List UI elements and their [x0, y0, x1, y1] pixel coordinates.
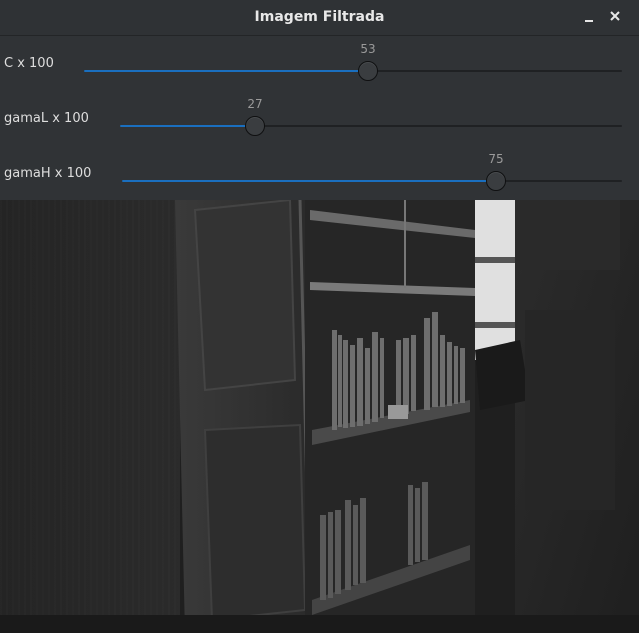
window-title: Imagem Filtrada: [254, 9, 385, 25]
trackbar-label: gamaH x 100: [4, 166, 92, 181]
minimize-button[interactable]: [579, 6, 601, 28]
close-icon: [610, 11, 620, 21]
trackbar-fill: [84, 70, 368, 72]
trackbar-track[interactable]: [122, 171, 622, 191]
trackbar-value: 53: [360, 42, 376, 56]
trackbar-handle[interactable]: [358, 61, 378, 81]
trackbar-track[interactable]: [120, 116, 622, 136]
trackbar-label: gamaL x 100: [4, 111, 89, 126]
close-button[interactable]: [606, 6, 628, 28]
library-bookshelf-image: [0, 200, 639, 633]
trackbar-value: 75: [488, 152, 504, 166]
trackbar-gamal: gamaL x 100 27: [0, 91, 639, 146]
filtered-image: [0, 200, 639, 633]
title-bar: Imagem Filtrada: [0, 0, 639, 36]
minimize-icon: [585, 20, 593, 22]
trackbar-track[interactable]: [84, 61, 622, 81]
trackbar-handle[interactable]: [486, 171, 506, 191]
trackbar-fill: [122, 180, 496, 182]
trackbar-label: C x 100: [4, 56, 54, 71]
trackbar-c: C x 100 53: [0, 36, 639, 91]
trackbar-gamah: gamaH x 100 75: [0, 146, 639, 201]
trackbar-value: 27: [247, 97, 263, 111]
trackbar-handle[interactable]: [245, 116, 265, 136]
trackbar-panel: C x 100 53 gamaL x 100 27 gamaH x 100 75: [0, 36, 639, 200]
trackbar-fill: [120, 125, 255, 127]
